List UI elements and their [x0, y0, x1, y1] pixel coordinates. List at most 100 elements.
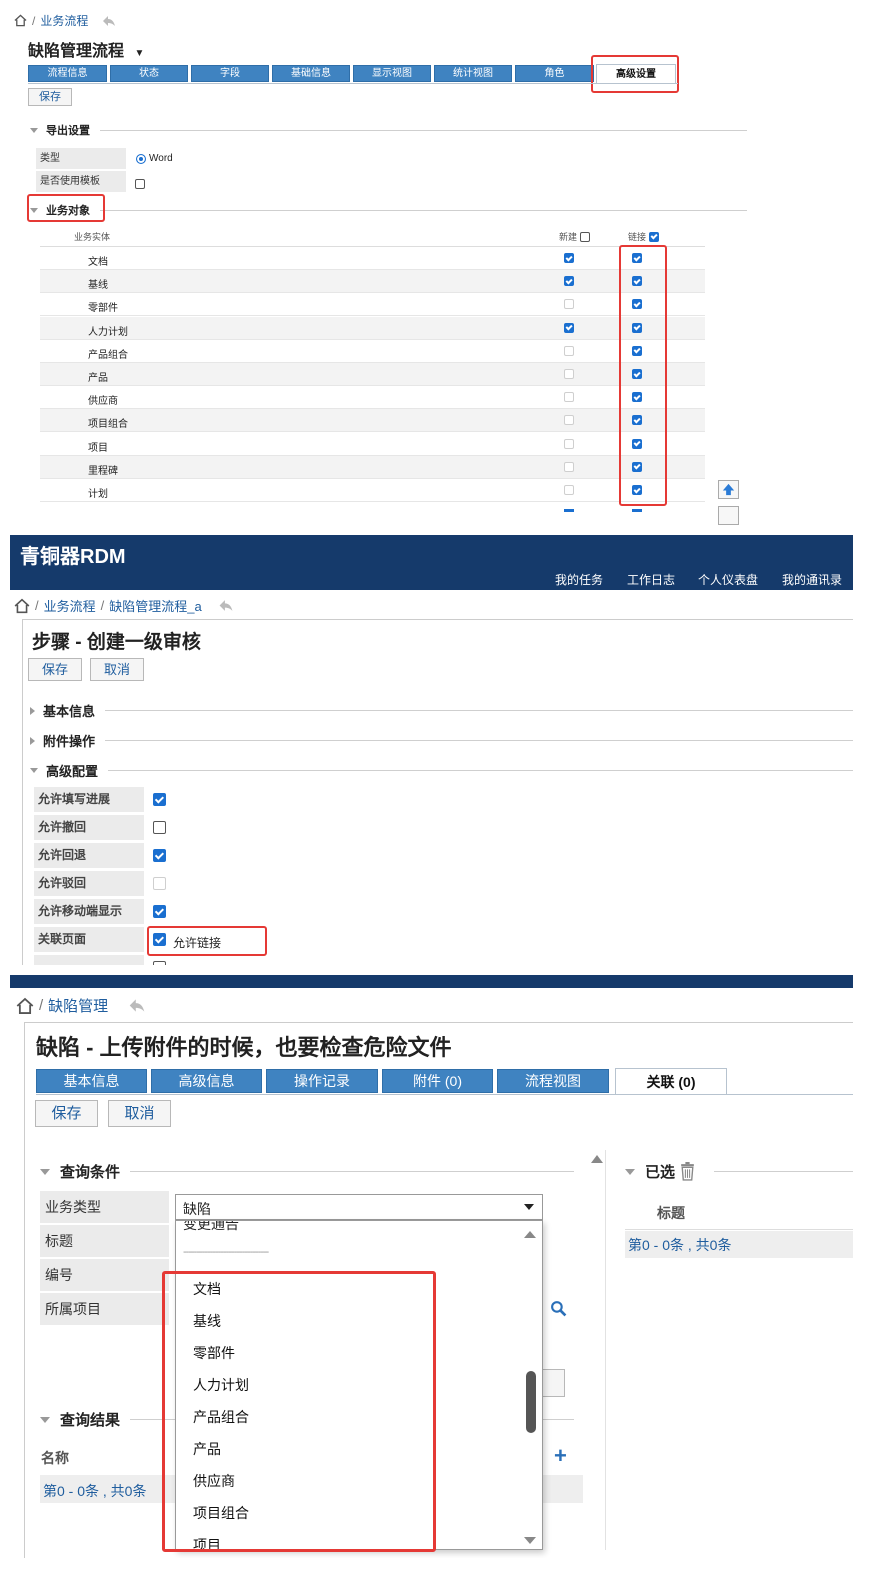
tab-display-view[interactable]: 显示视图 [353, 65, 431, 82]
panel-defect-relations: / 缺陷管理 缺陷 - 上传附件的时候，也要检查危险文件 基本信息 高级信息 操… [10, 975, 853, 1558]
col-header-new: 新建 [559, 230, 591, 243]
back-arrow-icon[interactable] [127, 997, 147, 1014]
dropdown-scrollbar-thumb[interactable] [526, 1371, 536, 1433]
home-icon[interactable] [16, 997, 34, 1015]
content-border [22, 619, 853, 965]
dropdown-item-partial[interactable]: 变更通告 [183, 1221, 239, 1234]
allow-reject-checkbox [153, 877, 166, 890]
tab-basic-info[interactable]: 基础信息 [272, 65, 350, 82]
collapse-triangle-icon [30, 127, 38, 133]
breadcrumb-link[interactable]: 业务流程 [40, 12, 88, 29]
section-business-objects[interactable]: 业务对象 [30, 202, 747, 218]
nav-dashboard[interactable]: 个人仪表盘 [698, 571, 758, 588]
back-arrow-icon[interactable] [217, 598, 235, 613]
field-label-project: 所属项目 [40, 1293, 169, 1325]
highlight-box [162, 1271, 436, 1552]
cancel-button[interactable]: 取消 [90, 658, 144, 681]
new-all-checkbox[interactable] [580, 231, 591, 242]
home-icon[interactable] [14, 14, 27, 27]
cancel-button[interactable]: 取消 [108, 1100, 171, 1127]
nav-my-tasks[interactable]: 我的任务 [555, 571, 603, 588]
back-arrow-icon[interactable] [101, 14, 117, 28]
query-button-edge[interactable] [540, 1369, 565, 1397]
nav-contacts[interactable]: 我的通讯录 [782, 571, 842, 588]
new-checkbox [564, 392, 574, 403]
save-button[interactable]: 保存 [28, 658, 82, 681]
nav-work-log[interactable]: 工作日志 [627, 571, 675, 588]
section-advanced-config[interactable]: 高级配置 [30, 761, 853, 780]
tab-process-info[interactable]: 流程信息 [28, 65, 107, 82]
result-col-name: 名称 [41, 1450, 69, 1466]
new-checkbox [564, 485, 574, 495]
option-label: 允许填写进展 [34, 787, 144, 812]
link-all-checkbox[interactable] [649, 231, 660, 242]
section-attachment-ops[interactable]: 附件操作 [30, 731, 853, 750]
dropdown-scroll-down-icon[interactable] [524, 1537, 536, 1544]
dropdown-scroll-up-icon[interactable] [524, 1231, 536, 1238]
table-row: 计划 [40, 479, 705, 502]
tab-status[interactable]: 状态 [110, 65, 188, 82]
tab-relations[interactable]: 关联 (0) [615, 1068, 727, 1095]
table-row: 产品组合 [40, 340, 705, 363]
table-row: 项目 [40, 433, 705, 456]
dropdown-arrow-icon[interactable] [524, 1204, 534, 1210]
collapse-triangle-icon [40, 1168, 50, 1175]
home-icon[interactable] [14, 598, 30, 614]
tab-basic-info[interactable]: 基本信息 [36, 1069, 147, 1093]
save-button[interactable]: 保存 [28, 88, 72, 106]
selected-pager: 第0 - 0条 , 共0条 [628, 1237, 732, 1253]
entity-name: 供应商 [88, 396, 118, 408]
use-template-checkbox[interactable] [135, 179, 145, 189]
allow-mobile-checkbox[interactable] [153, 905, 166, 918]
section-basic-info[interactable]: 基本信息 [30, 701, 853, 720]
new-checkbox[interactable] [564, 253, 574, 263]
entity-name: 产品 [88, 373, 108, 384]
tab-attachments[interactable]: 附件 (0) [382, 1069, 493, 1093]
tab-stats-view[interactable]: 统计视图 [434, 65, 512, 82]
trash-icon[interactable] [679, 1162, 696, 1181]
tab-roles[interactable]: 角色 [515, 65, 594, 82]
radio-selected-icon[interactable] [136, 153, 146, 164]
table-row: 项目组合 [40, 409, 705, 433]
move-down-button[interactable] [718, 506, 739, 525]
entity-name: 产品组合 [88, 349, 128, 361]
section-query-conditions[interactable]: 查询条件 [40, 1161, 574, 1182]
save-button[interactable]: 保存 [35, 1100, 98, 1127]
breadcrumb-link[interactable]: 业务流程 [44, 596, 96, 615]
new-checkbox[interactable] [564, 276, 574, 287]
panel-process-settings: / 业务流程 缺陷管理流程 ▼ 流程信息 状态 字段 基础信息 显示视图 统计视… [10, 8, 853, 525]
breadcrumb-link[interactable]: 缺陷管理 [48, 995, 108, 1016]
table-row: 产品 [40, 363, 705, 386]
entity-name: 基线 [88, 280, 108, 292]
tab-advanced-info[interactable]: 高级信息 [151, 1069, 262, 1093]
arrow-up-icon [722, 483, 735, 496]
business-type-select[interactable]: 缺陷 [175, 1194, 543, 1220]
allow-withdraw-checkbox[interactable] [153, 821, 166, 834]
add-icon[interactable]: + [554, 1443, 567, 1469]
section-export-settings[interactable]: 导出设置 [30, 122, 747, 138]
option-label-cut [34, 955, 144, 965]
tab-operation-log[interactable]: 操作记录 [266, 1069, 378, 1093]
allow-progress-checkbox[interactable] [153, 793, 166, 806]
tab-underline [36, 1094, 853, 1095]
table-row: 零部件 [40, 293, 705, 317]
table-row: 供应商 [40, 386, 705, 410]
move-up-button[interactable] [718, 480, 739, 499]
new-checkbox[interactable] [564, 322, 574, 333]
selected-col-title: 标题 [657, 1205, 685, 1221]
tab-flow-view[interactable]: 流程视图 [497, 1069, 609, 1093]
vertical-scrollbar-track[interactable] [605, 1150, 606, 1550]
tab-fields[interactable]: 字段 [191, 65, 269, 82]
section-selected[interactable]: 已选 [625, 1161, 853, 1182]
chevron-down-icon[interactable]: ▼ [134, 48, 144, 59]
type-radio[interactable]: Word [136, 153, 173, 164]
brand-logo[interactable]: 青铜器RDM [20, 540, 126, 569]
search-icon[interactable] [550, 1300, 567, 1317]
table-row: 人力计划 [40, 316, 705, 340]
option-label: 允许移动端显示 [34, 899, 144, 924]
breadcrumb-link[interactable]: 缺陷管理流程_a [109, 596, 201, 615]
use-template-label: 是否使用模板 [36, 171, 126, 192]
entity-name: 文档 [88, 257, 108, 268]
allow-rollback-checkbox[interactable] [153, 849, 166, 862]
scroll-up-icon[interactable] [591, 1155, 603, 1163]
